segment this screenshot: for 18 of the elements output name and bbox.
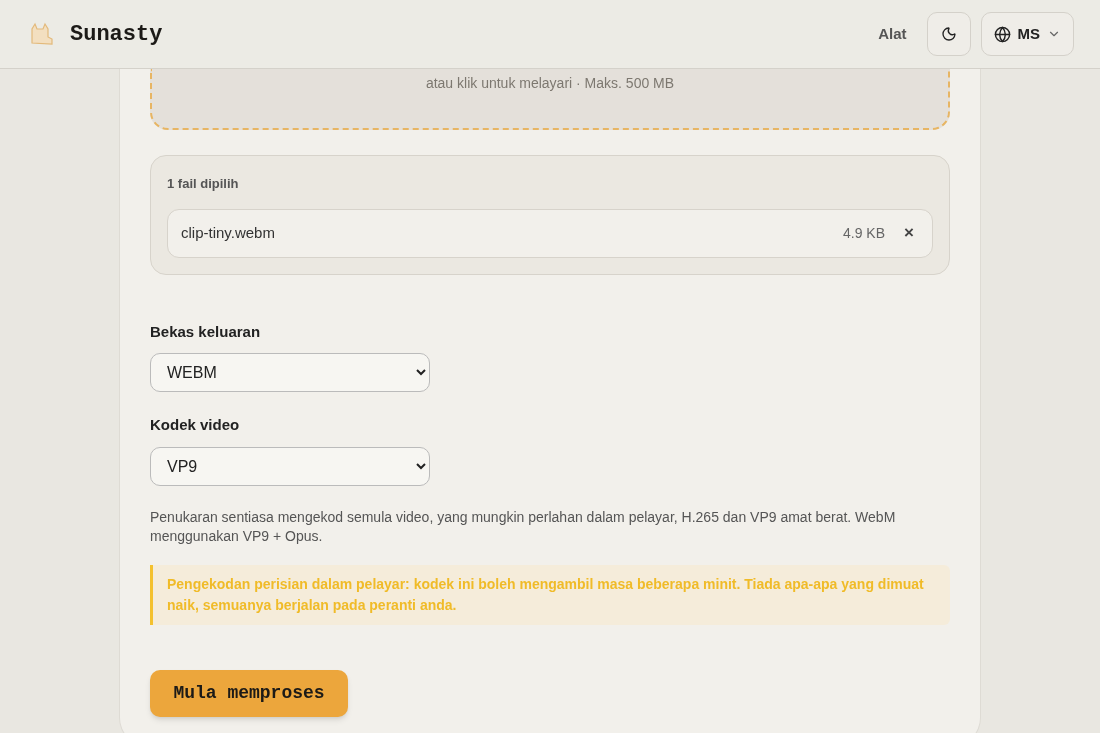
tools-link[interactable]: Alat	[878, 22, 907, 46]
field-label: Bekas keluaran	[150, 321, 262, 342]
warning-text: Pengekodan perisian dalam pelayar: kodek ini boleh mengambil masa beberapa minit. Tiada apa-apa yang dimuat naik, semuanya berjalan pada peranti anda.	[167, 574, 925, 615]
field-label: Kodek video	[150, 415, 241, 435]
file-count: 1 fail dipilih	[167, 175, 240, 193]
conversion-note: Penukaran sentiasa mengekod semula video, yang mungkin perlahan dalam pelayar, H.265 dan VP9 amat berat. WebM menggunakan VP9 + Opus.	[150, 507, 897, 546]
file-size: 4.9 KB	[842, 223, 885, 243]
dropdown-field[interactable]: VP9	[150, 446, 430, 486]
dropdown-field[interactable]: WEBM	[150, 353, 430, 392]
file-name: clip-tiny.webm	[181, 222, 275, 243]
drop-hint: atau klik untuk melayari · Maks. 500 MB	[425, 74, 675, 93]
moon-icon	[940, 26, 957, 42]
theme-toggle-button[interactable]	[926, 12, 971, 56]
brand-name: Sunasty	[70, 20, 163, 49]
remove-file-button[interactable]: ×	[899, 220, 919, 246]
start-processing-button[interactable]: Mula memproses	[150, 669, 348, 717]
globe-icon	[993, 25, 1011, 43]
language-button[interactable]: MS	[980, 12, 1074, 56]
